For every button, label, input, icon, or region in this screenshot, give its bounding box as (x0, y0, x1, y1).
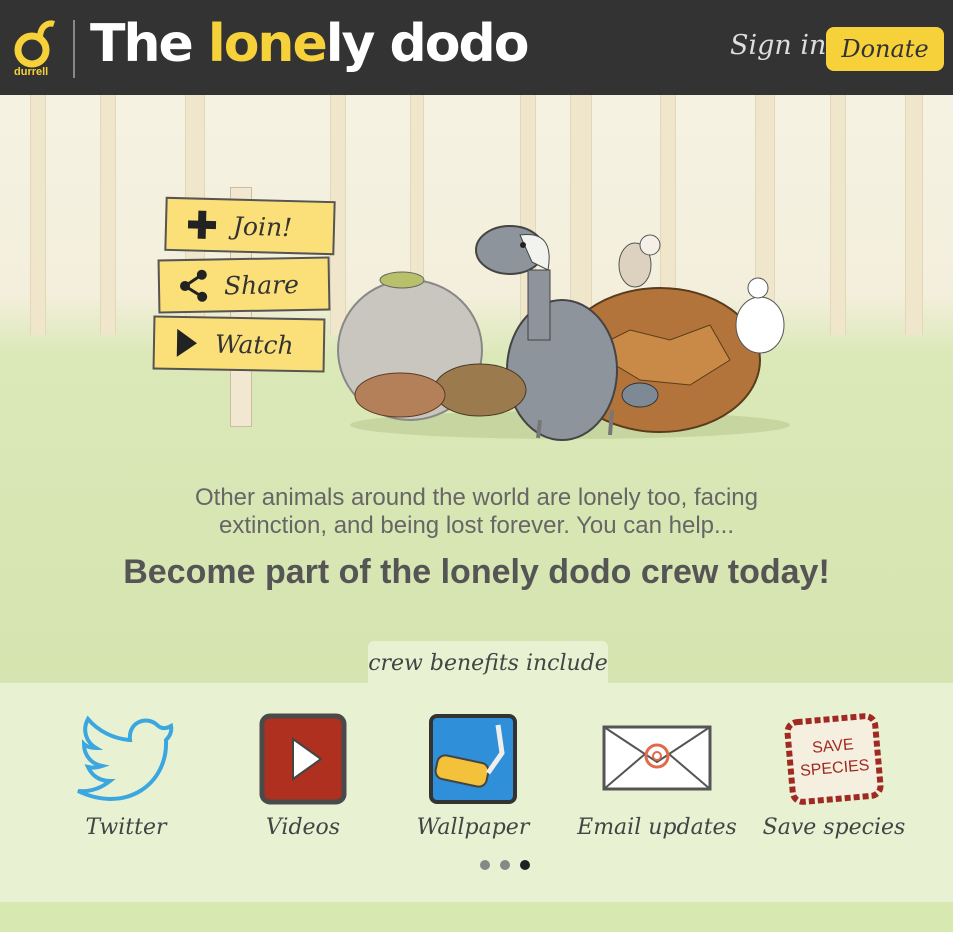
site-title-accent: lone (207, 14, 328, 74)
sign-share-label: Share (223, 269, 300, 300)
envelope-icon (602, 725, 712, 791)
site-title-part: The (90, 14, 208, 74)
benefit-save-species-label: Save species (762, 815, 906, 840)
benefit-email-label: Email updates (577, 815, 737, 840)
plus-icon (187, 210, 217, 239)
benefit-twitter-label: Twitter (85, 815, 167, 840)
pager-dot-2[interactable] (500, 860, 510, 870)
sign-join-button[interactable]: Join! (164, 196, 336, 256)
sign-join-label: Join! (232, 211, 293, 242)
tree-trunk (30, 95, 46, 335)
site-header: durrell The lonely dodo Sign in Donate (0, 0, 953, 95)
benefit-save-species[interactable]: SAVE SPECIES Save species (763, 709, 905, 849)
tree-trunk (905, 95, 923, 335)
site-title[interactable]: The lonely dodo (90, 14, 530, 74)
tree-trunk (830, 95, 846, 335)
site-title-part: dodo (389, 14, 530, 74)
benefit-email-updates[interactable]: Email updates (577, 709, 737, 849)
twitter-bird-icon (77, 715, 174, 801)
benefit-wallpaper[interactable]: Wallpaper (403, 709, 543, 849)
sign-watch-button[interactable]: Watch (152, 315, 326, 373)
crew-headline: Become part of the lonely dodo crew toda… (123, 553, 830, 591)
carousel-pager (480, 860, 530, 870)
video-play-icon (259, 713, 347, 805)
sign-in-link[interactable]: Sign in (730, 30, 826, 61)
tree-trunk (100, 95, 116, 335)
pager-dot-3-active[interactable] (520, 860, 530, 870)
donate-button[interactable]: Donate (826, 27, 944, 71)
crew-benefits-tab: crew benefits include (368, 641, 608, 687)
footer-bar (0, 902, 953, 932)
benefit-videos[interactable]: Videos (233, 709, 373, 849)
benefit-wallpaper-label: Wallpaper (416, 815, 530, 840)
benefit-videos-label: Videos (265, 815, 341, 840)
share-icon (180, 269, 208, 302)
intro-text-line-2: extinction, and being lost forever. You … (218, 512, 735, 539)
intro-text-line-1: Other animals around the world are lonel… (195, 484, 758, 511)
sign-watch-label: Watch (214, 329, 294, 360)
benefits-panel: Twitter Videos Wallpaper Email updates S… (0, 683, 953, 902)
pager-dot-1[interactable] (480, 860, 490, 870)
play-icon (176, 328, 198, 357)
save-species-stamp-icon: SAVE SPECIES (784, 713, 884, 805)
animals-illustration-icon (337, 225, 790, 441)
sign-share-button[interactable]: Share (157, 256, 331, 314)
hero-illustration: Join! Share Watch (0, 95, 953, 685)
stamp-text-line-1: SAVE (811, 736, 854, 757)
site-title-part: ly (325, 14, 390, 74)
durrell-logo-text: durrell (14, 66, 49, 78)
paint-roller-icon (429, 714, 517, 804)
benefit-twitter[interactable]: Twitter (56, 709, 196, 849)
header-divider (73, 20, 75, 78)
